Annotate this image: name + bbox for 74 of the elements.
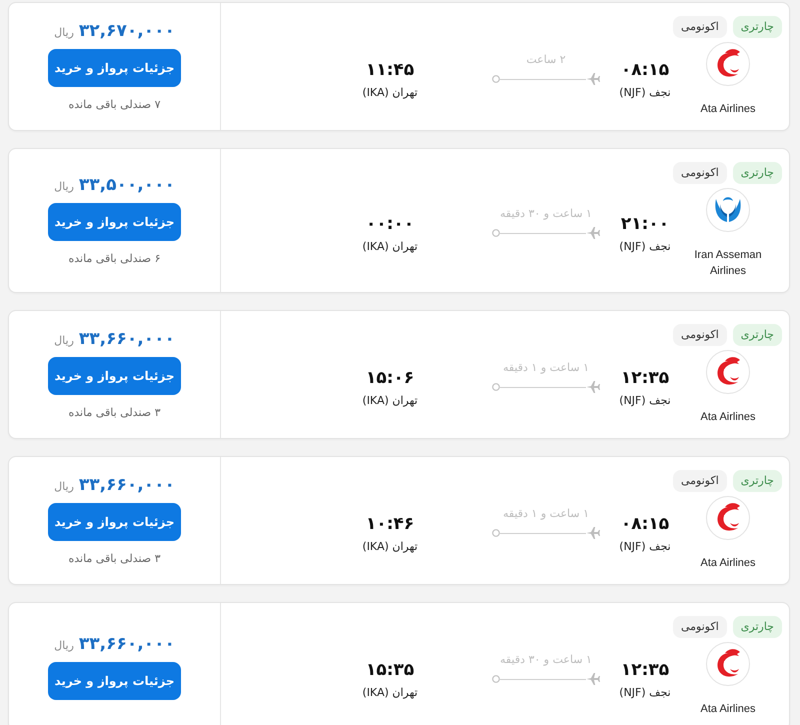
price-amount: ۳۳,۶۶۰,۰۰۰ [78,329,175,349]
airplane-icon [586,226,600,240]
price-amount: ۳۳,۶۶۰,۰۰۰ [78,475,175,495]
endpoint-circle-icon [492,229,500,237]
flight-details-button[interactable]: جزئیات پرواز و خرید [48,357,181,395]
fare-type-tag: چارتری [732,16,782,38]
currency-label: ریال [54,334,74,347]
departure-time: ۱۲:۳۵ [620,660,670,680]
flight-duration: ۱ ساعت و ۱ دقیقه [502,361,590,375]
arrival-time: ۰۰:۰۰ [366,214,414,234]
cabin-class-tag: اکونومی [673,470,727,492]
seats-remaining: ۷ صندلی باقی مانده [68,98,161,112]
flight-duration: ۱ ساعت و ۳۰ دقیقه [500,653,592,667]
departure-time: ۰۸:۱۵ [620,60,670,80]
endpoint-circle-icon [492,529,500,537]
departure-time: ۲۱:۰۰ [620,214,670,234]
flight-details-button[interactable]: جزئیات پرواز و خرید [48,49,181,87]
seats-remaining: ۳ صندلی باقی مانده [68,406,161,420]
arrival-airport: تهران (IKA) [362,686,418,700]
flight-duration: ۱ ساعت و ۳۰ دقیقه [500,207,592,221]
bird-logo-icon [706,350,750,394]
endpoint-circle-icon [492,675,500,683]
arrival-airport: تهران (IKA) [362,240,418,254]
seats-remaining: ۶ صندلی باقی مانده [68,252,161,266]
currency-label: ریال [54,180,74,193]
departure-time: ۰۸:۱۵ [620,514,670,534]
endpoint-circle-icon [492,383,500,391]
cabin-class-tag: اکونومی [673,16,727,38]
fare-type-tag: چارتری [732,470,782,492]
price-amount: ۳۲,۶۷۰,۰۰۰ [78,21,175,41]
departure-airport: نجف (NJF) [619,686,671,700]
airline-name: Ata Airlines [700,702,756,717]
price-amount: ۳۳,۵۰۰,۰۰۰ [78,175,175,195]
fare-type-tag: چارتری [732,324,782,346]
flight-details-button[interactable]: جزئیات پرواز و خرید [48,203,181,241]
flight-duration: ۲ ساعت [526,53,566,67]
arrival-airport: تهران (IKA) [362,540,418,554]
arrival-time: ۱۱:۴۵ [366,60,414,80]
arrival-airport: تهران (IKA) [362,394,418,408]
airplane-icon [586,526,600,540]
bird-logo-icon [706,642,750,686]
bird-logo-icon [706,496,750,540]
arrival-time: ۱۵:۰۶ [366,368,414,388]
fare-type-tag: چارتری [732,162,782,184]
endpoint-circle-icon [492,75,500,83]
airplane-icon [586,72,600,86]
flight-details-button[interactable]: جزئیات پرواز و خرید [48,662,181,700]
departure-airport: نجف (NJF) [619,540,671,554]
airplane-icon [586,380,600,394]
airplane-icon [586,672,600,686]
currency-label: ریال [54,480,74,493]
airline-name: Iran Asseman Airlines [693,248,763,279]
cabin-class-tag: اکونومی [673,616,727,638]
airline-name: Ata Airlines [700,410,756,425]
wings-logo-icon [706,188,750,232]
airline-name: Ata Airlines [700,556,756,571]
price-amount: ۳۳,۶۶۰,۰۰۰ [78,634,175,654]
cabin-class-tag: اکونومی [673,324,727,346]
departure-time: ۱۲:۳۵ [620,368,670,388]
bird-logo-icon [706,42,750,86]
currency-label: ریال [54,26,74,39]
fare-type-tag: چارتری [732,616,782,638]
currency-label: ریال [54,638,74,652]
cabin-class-tag: اکونومی [673,162,727,184]
arrival-time: ۱۵:۳۵ [366,660,414,680]
departure-airport: نجف (NJF) [619,240,671,254]
departure-airport: نجف (NJF) [619,86,671,100]
flight-duration: ۱ ساعت و ۱ دقیقه [502,507,590,521]
airline-name: Ata Airlines [700,102,756,117]
departure-airport: نجف (NJF) [619,394,671,408]
seats-remaining: ۳ صندلی باقی مانده [68,552,161,566]
arrival-airport: تهران (IKA) [362,86,418,100]
arrival-time: ۱۰:۴۶ [366,514,414,534]
flight-details-button[interactable]: جزئیات پرواز و خرید [48,503,181,541]
